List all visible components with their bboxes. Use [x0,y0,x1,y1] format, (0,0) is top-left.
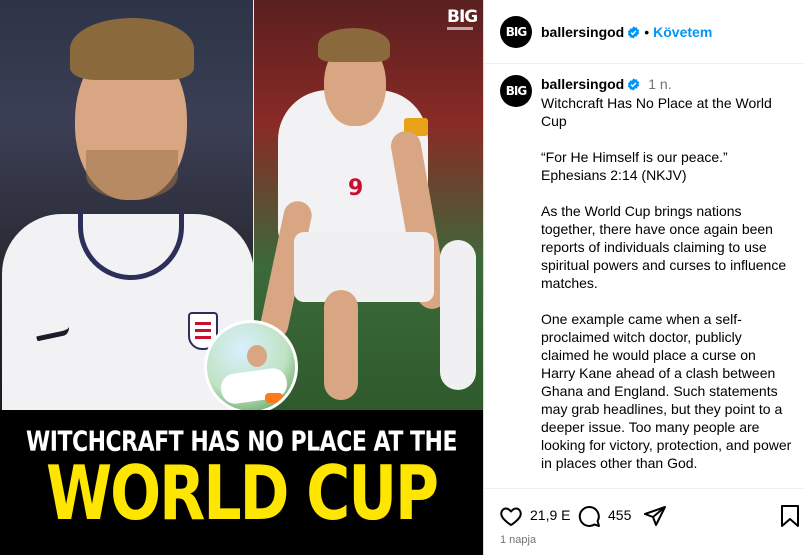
caption-paragraph: As the World Cup brings nations together… [541,203,787,291]
avatar[interactable]: BIG [500,16,532,48]
comment-icon [578,505,600,527]
share-icon [644,506,666,526]
caption-meta: ballersingod 1 n. [541,76,672,92]
injury-inset-photo [204,320,298,414]
share-button[interactable] [642,503,668,529]
player-hair [318,28,390,62]
player-hair [70,18,194,80]
separator-dot: • [644,24,650,40]
image-headline: WITCHCRAFT HAS NO PLACE AT THE WORLD CUP [0,410,483,555]
post-time[interactable]: 1 n. [648,76,671,92]
verified-badge-icon [628,78,640,91]
post-panel: BIG ballersingod • Követem BIG ballersingo… [483,0,804,555]
player-leg [324,290,358,400]
bookmark-icon [781,505,799,527]
caption-scroll-area[interactable]: BIG ballersingod 1 n. Witchcraft Has No P… [484,65,804,487]
following-button[interactable]: Követem [653,24,712,40]
comment-count[interactable]: 455 [608,507,631,523]
heart-icon [500,507,522,526]
save-button[interactable] [777,503,803,529]
verified-badge-icon [628,26,640,39]
comment-button[interactable] [576,503,602,529]
player-beard [86,150,178,200]
caption-paragraph: One example came when a self-proclaimed … [541,311,792,471]
caption-title: Witchcraft Has No Place at the World Cup [541,95,772,129]
header-user: ballersingod • Követem [541,24,712,40]
caption-verse: “For He Himself is our peace.” Ephesians… [541,149,728,183]
like-count[interactable]: 21,9 E [530,507,570,523]
player-shorts [294,232,434,302]
headline-line-2: WORLD CUP [45,450,439,538]
action-bar: 21,9 E 455 [484,488,804,532]
caption-username-link[interactable]: ballersingod [541,76,624,92]
post-header: BIG ballersingod • Követem [484,0,804,64]
post-date[interactable]: 1 napja [500,534,536,546]
player-leg [440,240,476,390]
caption-avatar[interactable]: BIG [500,75,532,107]
big-logo: BIG [447,8,478,32]
like-button[interactable] [498,503,524,529]
caption-text: Witchcraft Has No Place at the World Cup… [541,94,793,487]
post-image[interactable]: 9 BIG WITCHCRAFT HAS NO PLACE AT THE WOR… [0,0,483,555]
shirt-number: 9 [348,176,364,201]
username-link[interactable]: ballersingod [541,24,624,40]
